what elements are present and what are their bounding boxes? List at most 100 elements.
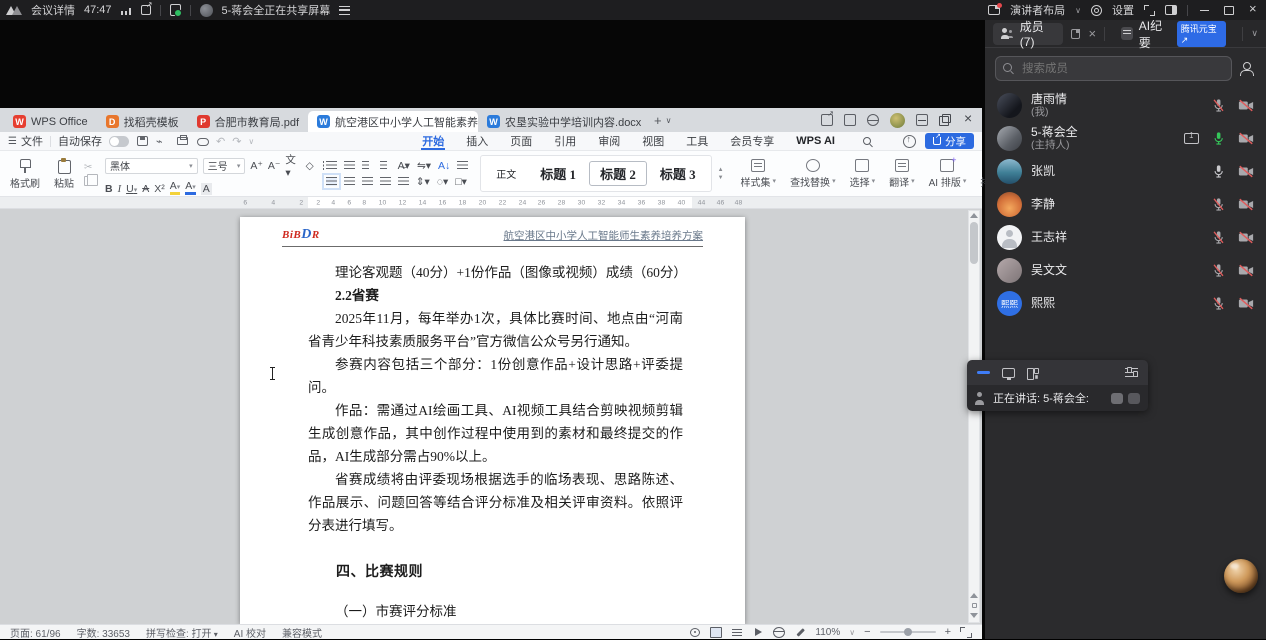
speaker-layout-button[interactable]: 演讲者布局 — [1010, 2, 1065, 18]
text-effects-button[interactable]: 文▾ — [285, 152, 300, 179]
fullscreen-icon[interactable] — [1144, 4, 1155, 16]
window-minimize-button[interactable] — [1198, 4, 1212, 16]
cloud-sync-icon[interactable] — [196, 135, 209, 147]
bold-button[interactable]: B — [105, 183, 113, 195]
open-external-icon[interactable] — [140, 0, 153, 15]
member-row[interactable]: 唐雨情 (我) — [985, 89, 1266, 122]
align-right-icon[interactable] — [361, 177, 373, 186]
font-color-button[interactable]: A▾ — [185, 181, 196, 195]
member-search-input[interactable] — [995, 56, 1232, 81]
command-search-icon[interactable] — [862, 137, 871, 145]
member-row[interactable]: 王志祥 — [985, 221, 1266, 254]
web-view-icon[interactable] — [773, 626, 786, 638]
format-painter-button[interactable]: 格式刷 — [6, 154, 44, 193]
save-icon[interactable] — [136, 135, 149, 147]
read-mode-icon[interactable] — [752, 627, 764, 638]
window-close-button[interactable] — [1246, 1, 1260, 16]
member-mic-icon[interactable] — [1212, 197, 1225, 212]
screen-share-icon[interactable] — [1002, 367, 1015, 380]
clear-format-button[interactable]: ◇ — [306, 160, 314, 172]
undo-icon[interactable]: ↶ — [216, 135, 225, 148]
ribbon-group-button[interactable]: 查找替换 ▾ — [785, 154, 841, 193]
scroll-up-arrow[interactable] — [970, 213, 978, 218]
justify-icon[interactable] — [379, 177, 391, 186]
layout-icon[interactable] — [988, 3, 1003, 15]
member-camera-icon[interactable] — [1238, 165, 1254, 178]
decrease-indent-icon[interactable] — [361, 161, 373, 170]
document-tab[interactable]: W 农垦实验中学培训内容.docx × — [478, 111, 648, 132]
member-row[interactable]: 吴文文 — [985, 254, 1266, 287]
highlight-color-button[interactable]: A▾ — [169, 181, 181, 195]
style-gallery-item[interactable]: 标题 2 — [589, 161, 647, 186]
ribbon-tab[interactable]: 工具 — [675, 132, 719, 150]
statusbar-item[interactable]: 拼写检查: 打开 — [146, 625, 218, 640]
assistant-floating-ball[interactable] — [1224, 559, 1258, 593]
export-icon[interactable] — [156, 135, 169, 147]
wps-workspace-icon[interactable] — [844, 114, 856, 126]
sort-icon[interactable]: A↓ — [438, 160, 450, 172]
yuanbao-badge[interactable]: 腾讯元宝 ↗ — [1176, 20, 1227, 47]
statusbar-item[interactable]: 字数: 33653 — [77, 625, 130, 640]
popout-panel-icon[interactable] — [1071, 28, 1081, 39]
member-row[interactable]: 5-蒋会全 (主持人) — [985, 122, 1266, 155]
member-camera-icon[interactable] — [1238, 231, 1254, 244]
collapse-dash-icon[interactable] — [977, 371, 990, 374]
member-mic-icon[interactable] — [1212, 131, 1225, 146]
document-page[interactable]: BiBDR 航空港区中小学人工智能师生素养培养方案 理论客观题（40分）+1份作… — [240, 217, 745, 624]
wps-browser-icon[interactable] — [867, 114, 879, 126]
statusbar-item[interactable]: 兼容模式 — [282, 625, 322, 640]
style-gallery-item[interactable]: 正文 — [485, 163, 527, 184]
ribbon-tab[interactable]: WPS AI — [785, 132, 846, 150]
ribbon-group-button[interactable]: 翻译 ▾ — [884, 154, 920, 193]
new-tab-button[interactable]: + — [654, 113, 662, 128]
reaction-icon[interactable] — [1111, 392, 1123, 404]
wps-share-window-icon[interactable] — [821, 109, 834, 126]
wps-minimize-button[interactable] — [916, 114, 928, 126]
paste-button[interactable]: 粘贴 — [50, 154, 78, 193]
panel-collapse-caret-icon[interactable]: ∨ — [1251, 28, 1258, 39]
font-size-select[interactable]: 三号 ▾ — [202, 157, 246, 174]
file-menu-button[interactable]: ☰ 文件 — [8, 133, 43, 149]
gallery-scroll-arrows[interactable]: ▲ ▼ — [718, 154, 724, 193]
font-name-select[interactable]: 黑体 ▾ — [105, 157, 198, 174]
ribbon-tab[interactable]: 视图 — [631, 132, 675, 150]
ribbon-tab[interactable]: 会员专享 — [719, 132, 785, 150]
fullscreen-toggle-icon[interactable] — [960, 626, 972, 638]
recording-icon[interactable] — [169, 4, 182, 17]
member-mic-icon[interactable] — [1212, 98, 1225, 113]
strikethrough-button[interactable]: A — [142, 183, 149, 195]
page-view-icon[interactable] — [710, 626, 723, 638]
borders-icon[interactable]: □▾ — [455, 176, 467, 188]
cut-icon[interactable] — [84, 162, 93, 173]
layout-caret-icon[interactable]: ∨ — [1075, 6, 1081, 15]
grow-font-button[interactable]: A⁺ — [250, 160, 263, 172]
char-scale-icon[interactable]: A̶▾ — [398, 160, 410, 172]
ribbon-tab[interactable]: 审阅 — [587, 132, 631, 150]
document-tab[interactable]: P 合肥市教育局.pdf × — [188, 111, 308, 132]
select-mode-icon[interactable] — [689, 627, 701, 638]
horizontal-ruler[interactable]: 642 2 4 6 8 10 12 14 16 18 20 22 24 26 28 30 32 34 36 38 40… — [0, 197, 982, 209]
member-mic-icon[interactable] — [1212, 164, 1225, 179]
member-mic-icon[interactable] — [1212, 230, 1225, 245]
reaction-icon[interactable] — [1128, 392, 1140, 404]
member-row[interactable]: 李静 — [985, 188, 1266, 221]
toolbar-settings-icon[interactable] — [1125, 367, 1138, 378]
ribbon-tab[interactable]: 插入 — [455, 132, 499, 150]
scrollbar-thumb[interactable] — [970, 222, 978, 264]
zoom-caret-icon[interactable]: ∨ — [849, 628, 855, 637]
align-center-icon[interactable] — [343, 177, 355, 186]
statusbar-item[interactable]: AI 校对 — [234, 625, 266, 640]
tab-list-caret-icon[interactable]: ∨ — [666, 116, 672, 125]
numbered-list-icon[interactable] — [343, 161, 355, 170]
vertical-scrollbar[interactable] — [968, 210, 980, 623]
settings-gear-icon[interactable] — [1091, 4, 1102, 16]
align-left-icon[interactable] — [321, 173, 341, 190]
zoom-slider[interactable] — [879, 628, 936, 636]
member-row[interactable]: 熙熙 熙熙 — [985, 287, 1266, 320]
ribbon-group-button[interactable]: 样式集 ▾ — [736, 154, 782, 193]
tab-members[interactable]: 成员(7) — [993, 20, 1064, 49]
ribbon-group-button[interactable]: 选择 ▾ — [845, 154, 881, 193]
zoom-slider-knob[interactable] — [903, 628, 912, 636]
member-mic-icon[interactable] — [1212, 263, 1225, 278]
underline-button[interactable]: U▾ — [126, 183, 137, 195]
